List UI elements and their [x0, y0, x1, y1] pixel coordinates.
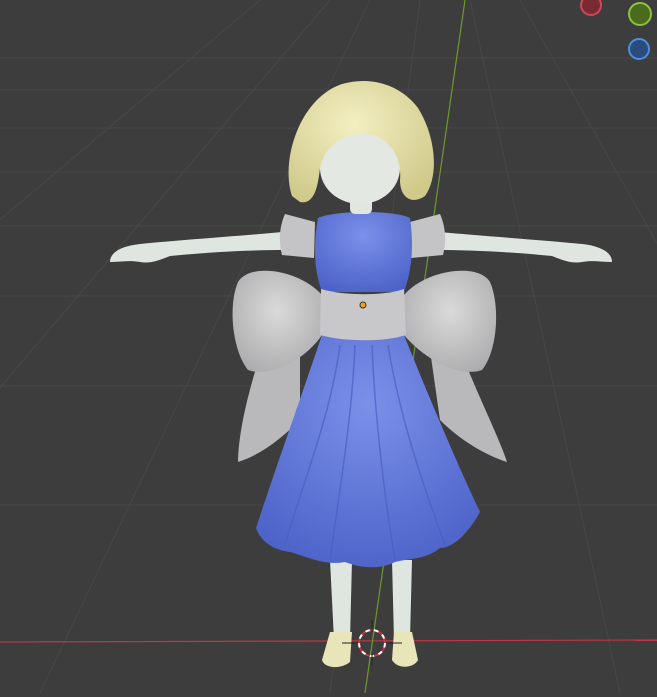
viewport-canvas[interactable]	[0, 0, 657, 694]
right-leg	[392, 560, 412, 640]
dress-bodice	[314, 212, 412, 292]
bow-left-loop	[232, 270, 322, 372]
bow-right-loop	[404, 270, 497, 372]
gizmo-y-axis-icon[interactable]	[628, 2, 652, 26]
left-shoe	[322, 632, 352, 668]
object-origin[interactable]	[359, 301, 367, 309]
right-arm	[437, 232, 612, 263]
waist-sash	[320, 289, 406, 341]
gizmo-z-axis-icon[interactable]	[628, 38, 650, 60]
character-model[interactable]	[110, 81, 612, 668]
left-leg	[330, 560, 352, 640]
left-arm	[110, 232, 285, 263]
right-shoe	[392, 632, 418, 667]
3d-viewport[interactable]	[0, 0, 657, 694]
right-sleeve	[410, 214, 446, 258]
left-sleeve	[279, 214, 315, 258]
